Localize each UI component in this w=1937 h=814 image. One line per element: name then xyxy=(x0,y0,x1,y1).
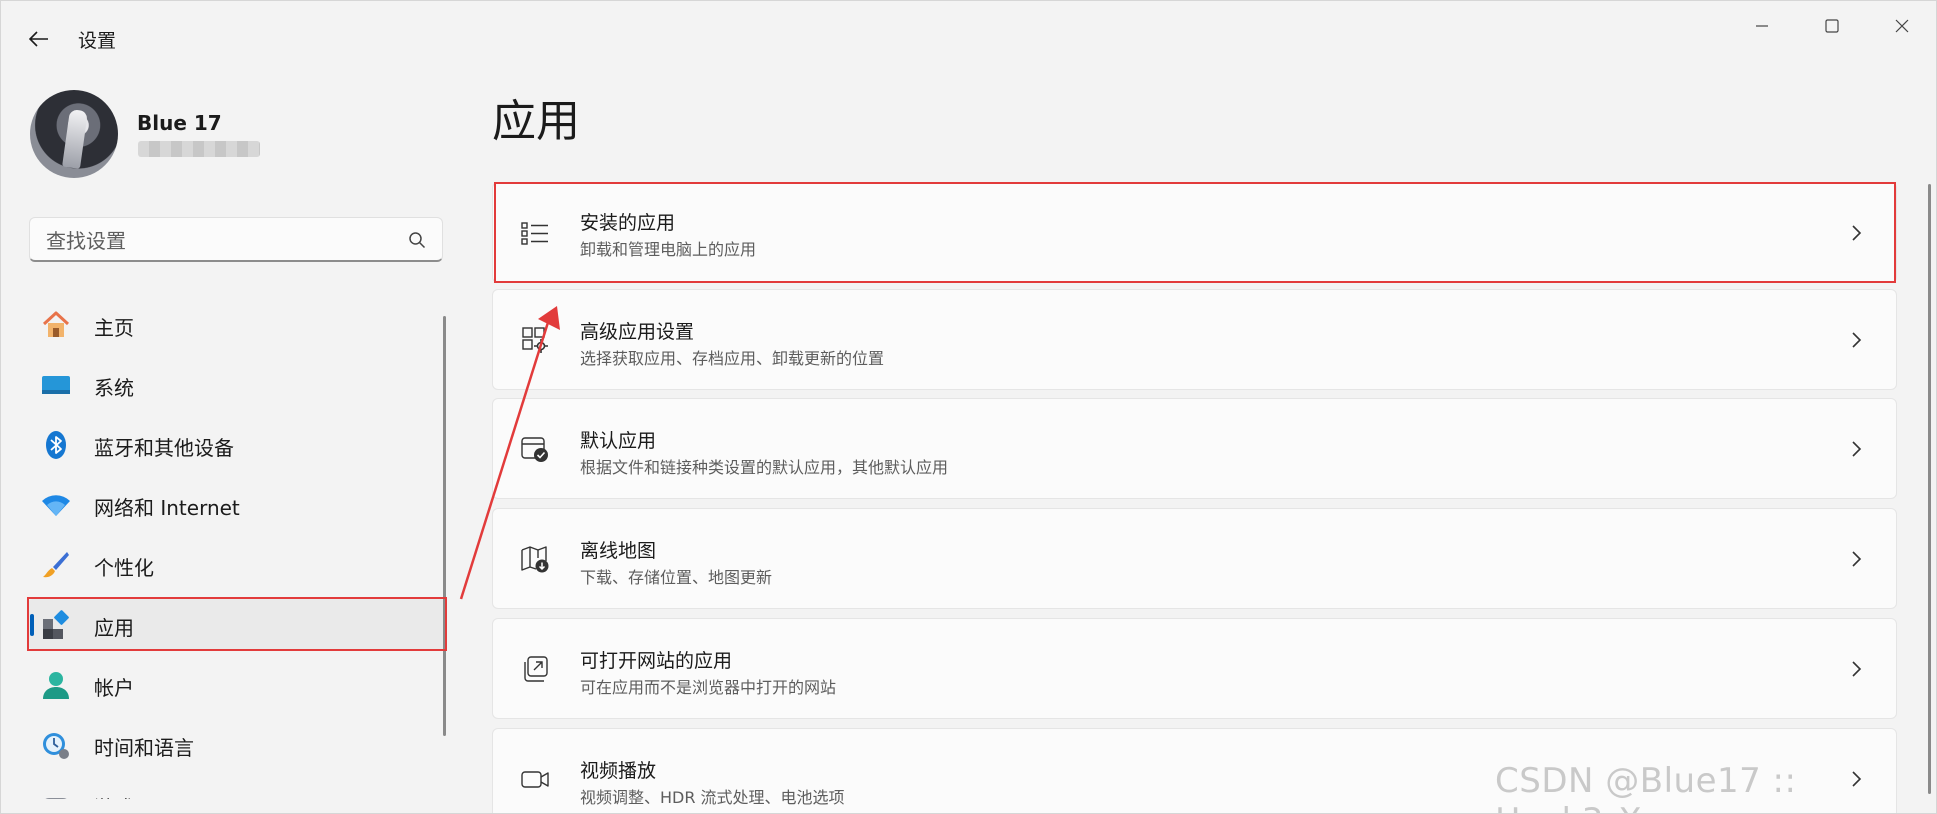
watermark: CSDN @Blue17 :: Hack3rX xyxy=(1495,761,1797,813)
annotation-arrow xyxy=(459,306,560,600)
settings-window: 设置 Blue 17 主页 系统 xyxy=(0,0,1937,814)
